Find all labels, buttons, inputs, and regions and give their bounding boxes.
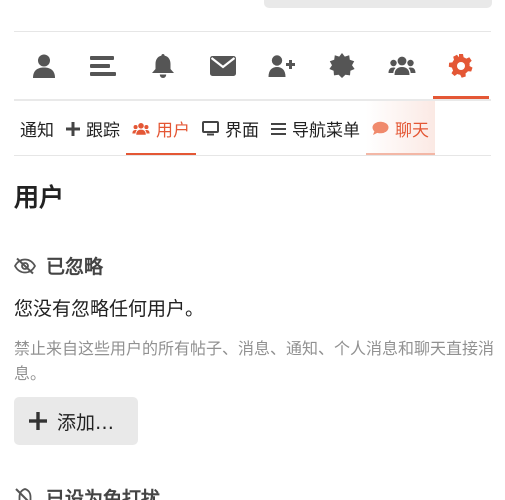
tab-groups[interactable]	[372, 32, 432, 100]
top-input-box[interactable]	[264, 0, 492, 8]
tab-label: 用户	[156, 121, 190, 141]
add-ignored-user-button[interactable]: 添加…	[14, 397, 138, 445]
tab-notifications-settings[interactable]: 通知	[14, 101, 60, 156]
list-icon	[89, 54, 117, 78]
empty-message: 您没有忽略任何用户。	[14, 298, 205, 320]
comment-icon	[372, 121, 389, 136]
gear-icon	[448, 53, 474, 79]
user-icon	[31, 53, 57, 79]
tab-account[interactable]	[14, 32, 74, 100]
preferences-sub-nav: 通知 跟踪 用户 界面 导航菜单 聊天	[14, 101, 491, 156]
tab-chat[interactable]: 聊天	[366, 101, 435, 156]
button-label: 添加…	[57, 411, 115, 434]
section-description: 禁止来自这些用户的所有帖子、消息、通知、个人消息和聊天直接消息。	[14, 339, 495, 383]
tab-invites[interactable]	[253, 32, 313, 100]
ignored-heading: 已忽略	[14, 252, 103, 279]
section-title: 已忽略	[46, 256, 104, 278]
tab-badges[interactable]	[312, 32, 372, 100]
bell-slash-icon	[14, 487, 36, 500]
tab-users[interactable]: 用户	[126, 101, 196, 156]
muted-heading: 已设为免打扰	[14, 484, 160, 500]
plus-icon	[66, 121, 80, 136]
users-icon	[132, 122, 150, 136]
preferences-icon-nav	[14, 32, 491, 100]
bell-icon	[151, 53, 175, 79]
plus-icon	[29, 412, 47, 430]
desktop-icon	[202, 121, 219, 136]
bars-icon	[271, 122, 286, 136]
section-title: 已设为免打扰	[46, 488, 161, 500]
divider	[14, 155, 491, 156]
tab-label: 界面	[225, 121, 259, 141]
tab-label: 通知	[20, 121, 54, 141]
tab-notifications[interactable]	[133, 32, 193, 100]
tab-preferences[interactable]	[431, 32, 491, 100]
tab-label: 聊天	[395, 121, 429, 141]
users-icon	[388, 55, 416, 77]
tab-profile[interactable]	[74, 32, 134, 100]
badge-icon	[328, 52, 356, 80]
tab-nav-menu[interactable]: 导航菜单	[265, 101, 366, 156]
tab-label: 跟踪	[86, 121, 120, 141]
tab-tracking[interactable]: 跟踪	[60, 101, 126, 156]
tab-interface[interactable]: 界面	[196, 101, 265, 156]
user-plus-icon	[268, 54, 296, 78]
page-title: 用户	[14, 183, 65, 212]
envelope-icon	[209, 55, 237, 77]
eye-slash-icon	[14, 257, 36, 275]
tab-messages[interactable]	[193, 32, 253, 100]
tab-label: 导航菜单	[292, 121, 360, 141]
